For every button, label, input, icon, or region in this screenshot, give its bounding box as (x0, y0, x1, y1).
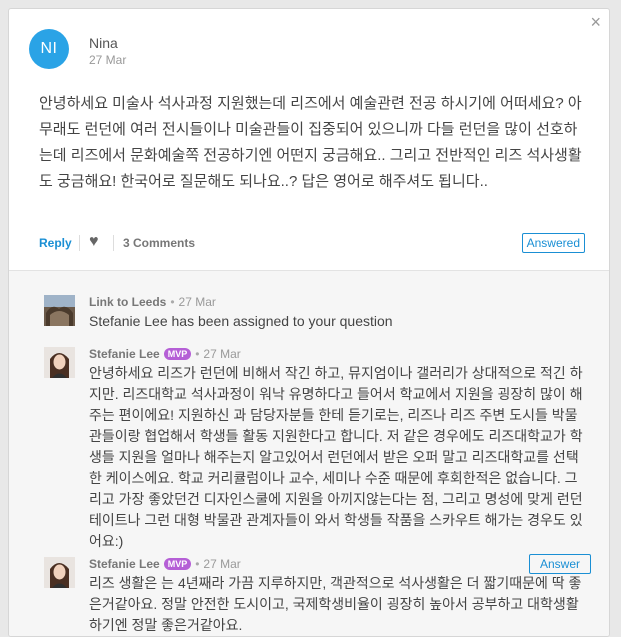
reply-button[interactable]: Reply (39, 236, 72, 250)
comment-date: 27 Mar (178, 295, 216, 309)
comment-author[interactable]: Link to Leeds (89, 295, 166, 309)
answer-button[interactable]: Answer (528, 554, 591, 574)
divider (113, 235, 114, 251)
answered-badge: Answered (521, 233, 585, 253)
comment-meta: Stefanie Lee MVP • 27 Mar (89, 347, 241, 361)
close-icon[interactable]: × (590, 13, 601, 31)
avatar[interactable] (44, 557, 75, 588)
comment-text: Stefanie Lee has been assigned to your q… (89, 313, 393, 329)
post-date: 27 Mar (89, 53, 127, 67)
avatar[interactable]: NI (29, 29, 69, 69)
mvp-badge: MVP (163, 348, 192, 360)
divider (79, 235, 80, 251)
comments-list: Link to Leeds • 27 Mar Stefanie Lee has be… (9, 270, 609, 636)
question-card: × NI Nina 27 Mar 안녕하세요 미술사 석사과정 지원했는데 리즈… (8, 8, 610, 637)
mvp-badge: MVP (163, 558, 192, 570)
comment-author[interactable]: Stefanie Lee (89, 557, 160, 571)
author-name[interactable]: Nina (89, 35, 118, 51)
comment-date: 27 Mar (203, 347, 241, 361)
comment-meta: Link to Leeds • 27 Mar (89, 295, 216, 309)
comment-meta: Stefanie Lee MVP • 27 Mar (89, 557, 241, 571)
avatar[interactable] (44, 295, 75, 326)
comment-text: 리즈 생활은 는 4년째라 가끔 지루하지만, 객관적으로 석사생활은 더 짧기… (89, 575, 582, 633)
question-body: 안녕하세요 미술사 석사과정 지원했는데 리즈에서 예술관련 전공 하시기에 어… (39, 95, 582, 190)
comment-author[interactable]: Stefanie Lee (89, 347, 160, 361)
question-actions: Reply ♥ 3 Comments Answered (39, 233, 585, 253)
comment-text: 안녕하세요 리즈가 런던에 비해서 작긴 하고, 뮤지엄이나 갤러리가 상대적으… (89, 365, 583, 549)
heart-icon[interactable]: ♥ (89, 233, 99, 251)
comment-date: 27 Mar (203, 557, 241, 571)
avatar[interactable] (44, 347, 75, 378)
comments-count[interactable]: 3 Comments (123, 236, 195, 250)
